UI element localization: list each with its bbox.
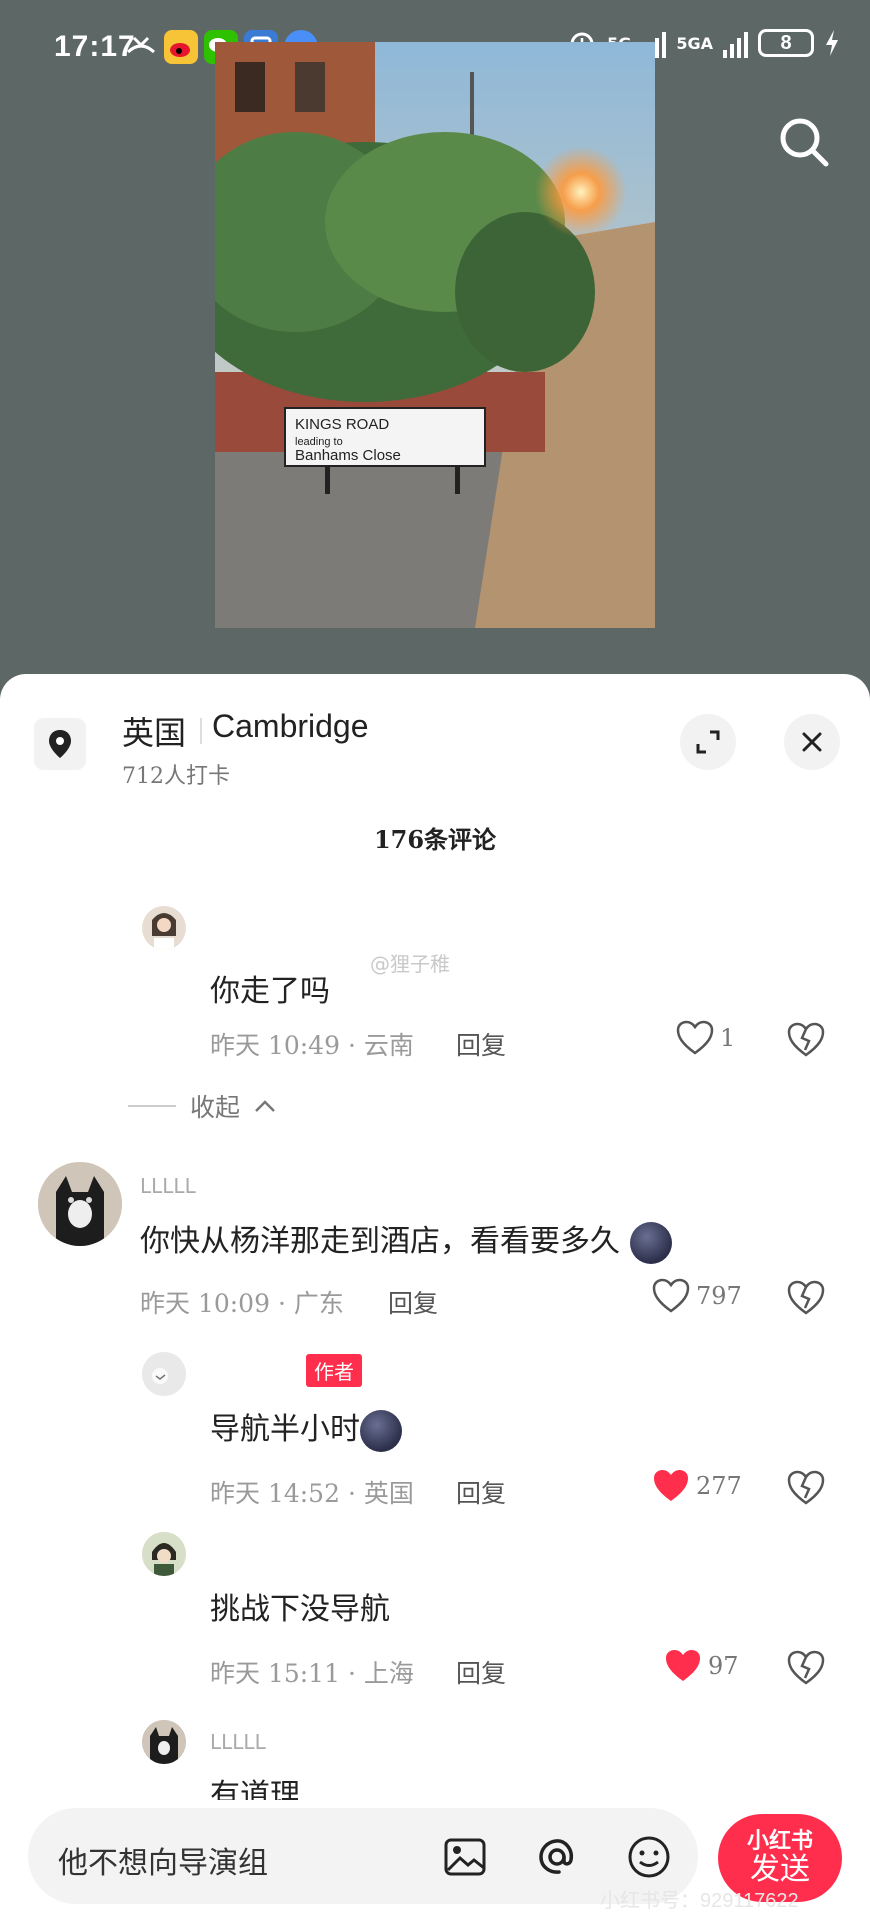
location-country[interactable]: 英国 [122, 708, 186, 754]
location-divider [200, 718, 202, 744]
send-label: 发送 [750, 1851, 810, 1887]
at-mention-icon [539, 1839, 574, 1874]
avatar[interactable] [142, 1352, 186, 1396]
comment-text: 有道理 [210, 1778, 300, 1800]
charging-icon [826, 30, 838, 56]
like-count: 797 [696, 1282, 742, 1310]
reply-button[interactable]: 回复 [456, 1654, 506, 1690]
collapse-divider [128, 1105, 176, 1107]
network-5ga: 5GA [676, 33, 713, 53]
heart-outline-icon [676, 1020, 714, 1055]
dislike-button[interactable] [786, 1280, 826, 1320]
commenter-name[interactable]: LLLLL [140, 1174, 196, 1198]
like-button[interactable]: 1 [676, 1020, 735, 1056]
avatar[interactable] [142, 1532, 186, 1576]
rednote-id-watermark: 小红书号：929117622 [600, 1890, 799, 1912]
heart-filled-icon [666, 1650, 700, 1681]
comment-sheet: 英国 Cambridge 712人打卡 176条评论 @狸子稚 你走了吗 昨天 … [0, 674, 870, 1920]
dislike-button[interactable] [786, 1022, 826, 1062]
broken-heart-icon [787, 1650, 825, 1685]
search-icon [780, 118, 829, 167]
comment-text: 你走了吗 [210, 974, 330, 1009]
reply-button[interactable]: 回复 [388, 1284, 438, 1320]
comment-meta: 昨天 10:49 · 云南 [210, 1031, 414, 1060]
image-button[interactable] [442, 1834, 488, 1880]
expand-button[interactable] [680, 714, 736, 770]
weibo-icon [164, 30, 198, 64]
like-button[interactable]: 797 [652, 1278, 742, 1314]
avatar[interactable] [38, 1162, 122, 1246]
location-pin-icon [34, 718, 86, 770]
moon-emoji-icon [629, 1222, 672, 1264]
author-badge: 作者 [306, 1354, 362, 1387]
mention-button[interactable] [534, 1834, 580, 1880]
comment-meta: 昨天 14:52 · 英国 [210, 1479, 414, 1508]
like-count: 277 [696, 1472, 742, 1500]
comment-input[interactable]: 他不想向导演组 [28, 1808, 698, 1904]
reply-button[interactable]: 回复 [456, 1026, 506, 1062]
comment-input-bar: 他不想向导演组 小红书 发送 小红书号：929117622 [0, 1800, 870, 1920]
comment-meta: 昨天 15:11 · 上海 [210, 1659, 414, 1688]
dislike-button[interactable] [786, 1650, 826, 1690]
comment-text: 挑战下没导航 [210, 1592, 390, 1627]
heart-outline-icon [652, 1278, 690, 1313]
comment-text: 导航半小时 [210, 1404, 402, 1452]
battery-indicator: 8 [758, 29, 814, 57]
location-checkins: 712人打卡 [122, 764, 230, 789]
image-icon [444, 1838, 486, 1876]
location-city[interactable]: Cambridge [212, 708, 369, 745]
avatar[interactable] [142, 906, 186, 950]
rednote-logo: 小红书 [746, 1828, 813, 1854]
like-button[interactable]: 97 [664, 1648, 739, 1684]
signal-icon-2 [723, 28, 748, 58]
close-icon [802, 732, 822, 752]
like-count: 1 [720, 1024, 736, 1052]
broken-heart-icon [787, 1470, 825, 1505]
close-button[interactable] [784, 714, 840, 770]
chevron-up-icon [255, 1100, 275, 1112]
commenter-name[interactable]: LLLLL [210, 1730, 266, 1754]
dislike-button[interactable] [786, 1470, 826, 1510]
missed-call-icon [124, 30, 158, 64]
collapse-replies[interactable]: 收起 [128, 1088, 276, 1124]
comment-input-value[interactable]: 他不想向导演组 [58, 1838, 268, 1882]
heart-filled-icon [654, 1470, 688, 1501]
comment-meta: 昨天 10:09 · 广东 [140, 1289, 344, 1318]
emoji-icon [628, 1836, 670, 1878]
comment-text: 你快从杨洋那走到酒店，看看要多久 [140, 1216, 672, 1264]
collapse-label: 收起 [190, 1093, 241, 1122]
reply-button[interactable]: 回复 [456, 1474, 506, 1510]
emoji-button[interactable] [626, 1834, 672, 1880]
watermark: @狸子稚 [370, 952, 450, 976]
sign-line-1: KINGS ROAD [295, 416, 389, 433]
like-count: 97 [708, 1652, 739, 1680]
like-button[interactable]: 277 [652, 1468, 742, 1504]
sign-line-3: Banhams Close [295, 447, 401, 464]
moon-emoji-icon [360, 1410, 402, 1452]
broken-heart-icon [787, 1022, 825, 1057]
search-button[interactable] [774, 112, 834, 172]
post-photo[interactable]: KINGS ROAD leading to Banhams Close [215, 42, 655, 628]
broken-heart-icon [787, 1280, 825, 1315]
expand-icon [696, 730, 720, 754]
comments-count: 176条评论 [373, 825, 497, 854]
avatar[interactable] [142, 1720, 186, 1764]
